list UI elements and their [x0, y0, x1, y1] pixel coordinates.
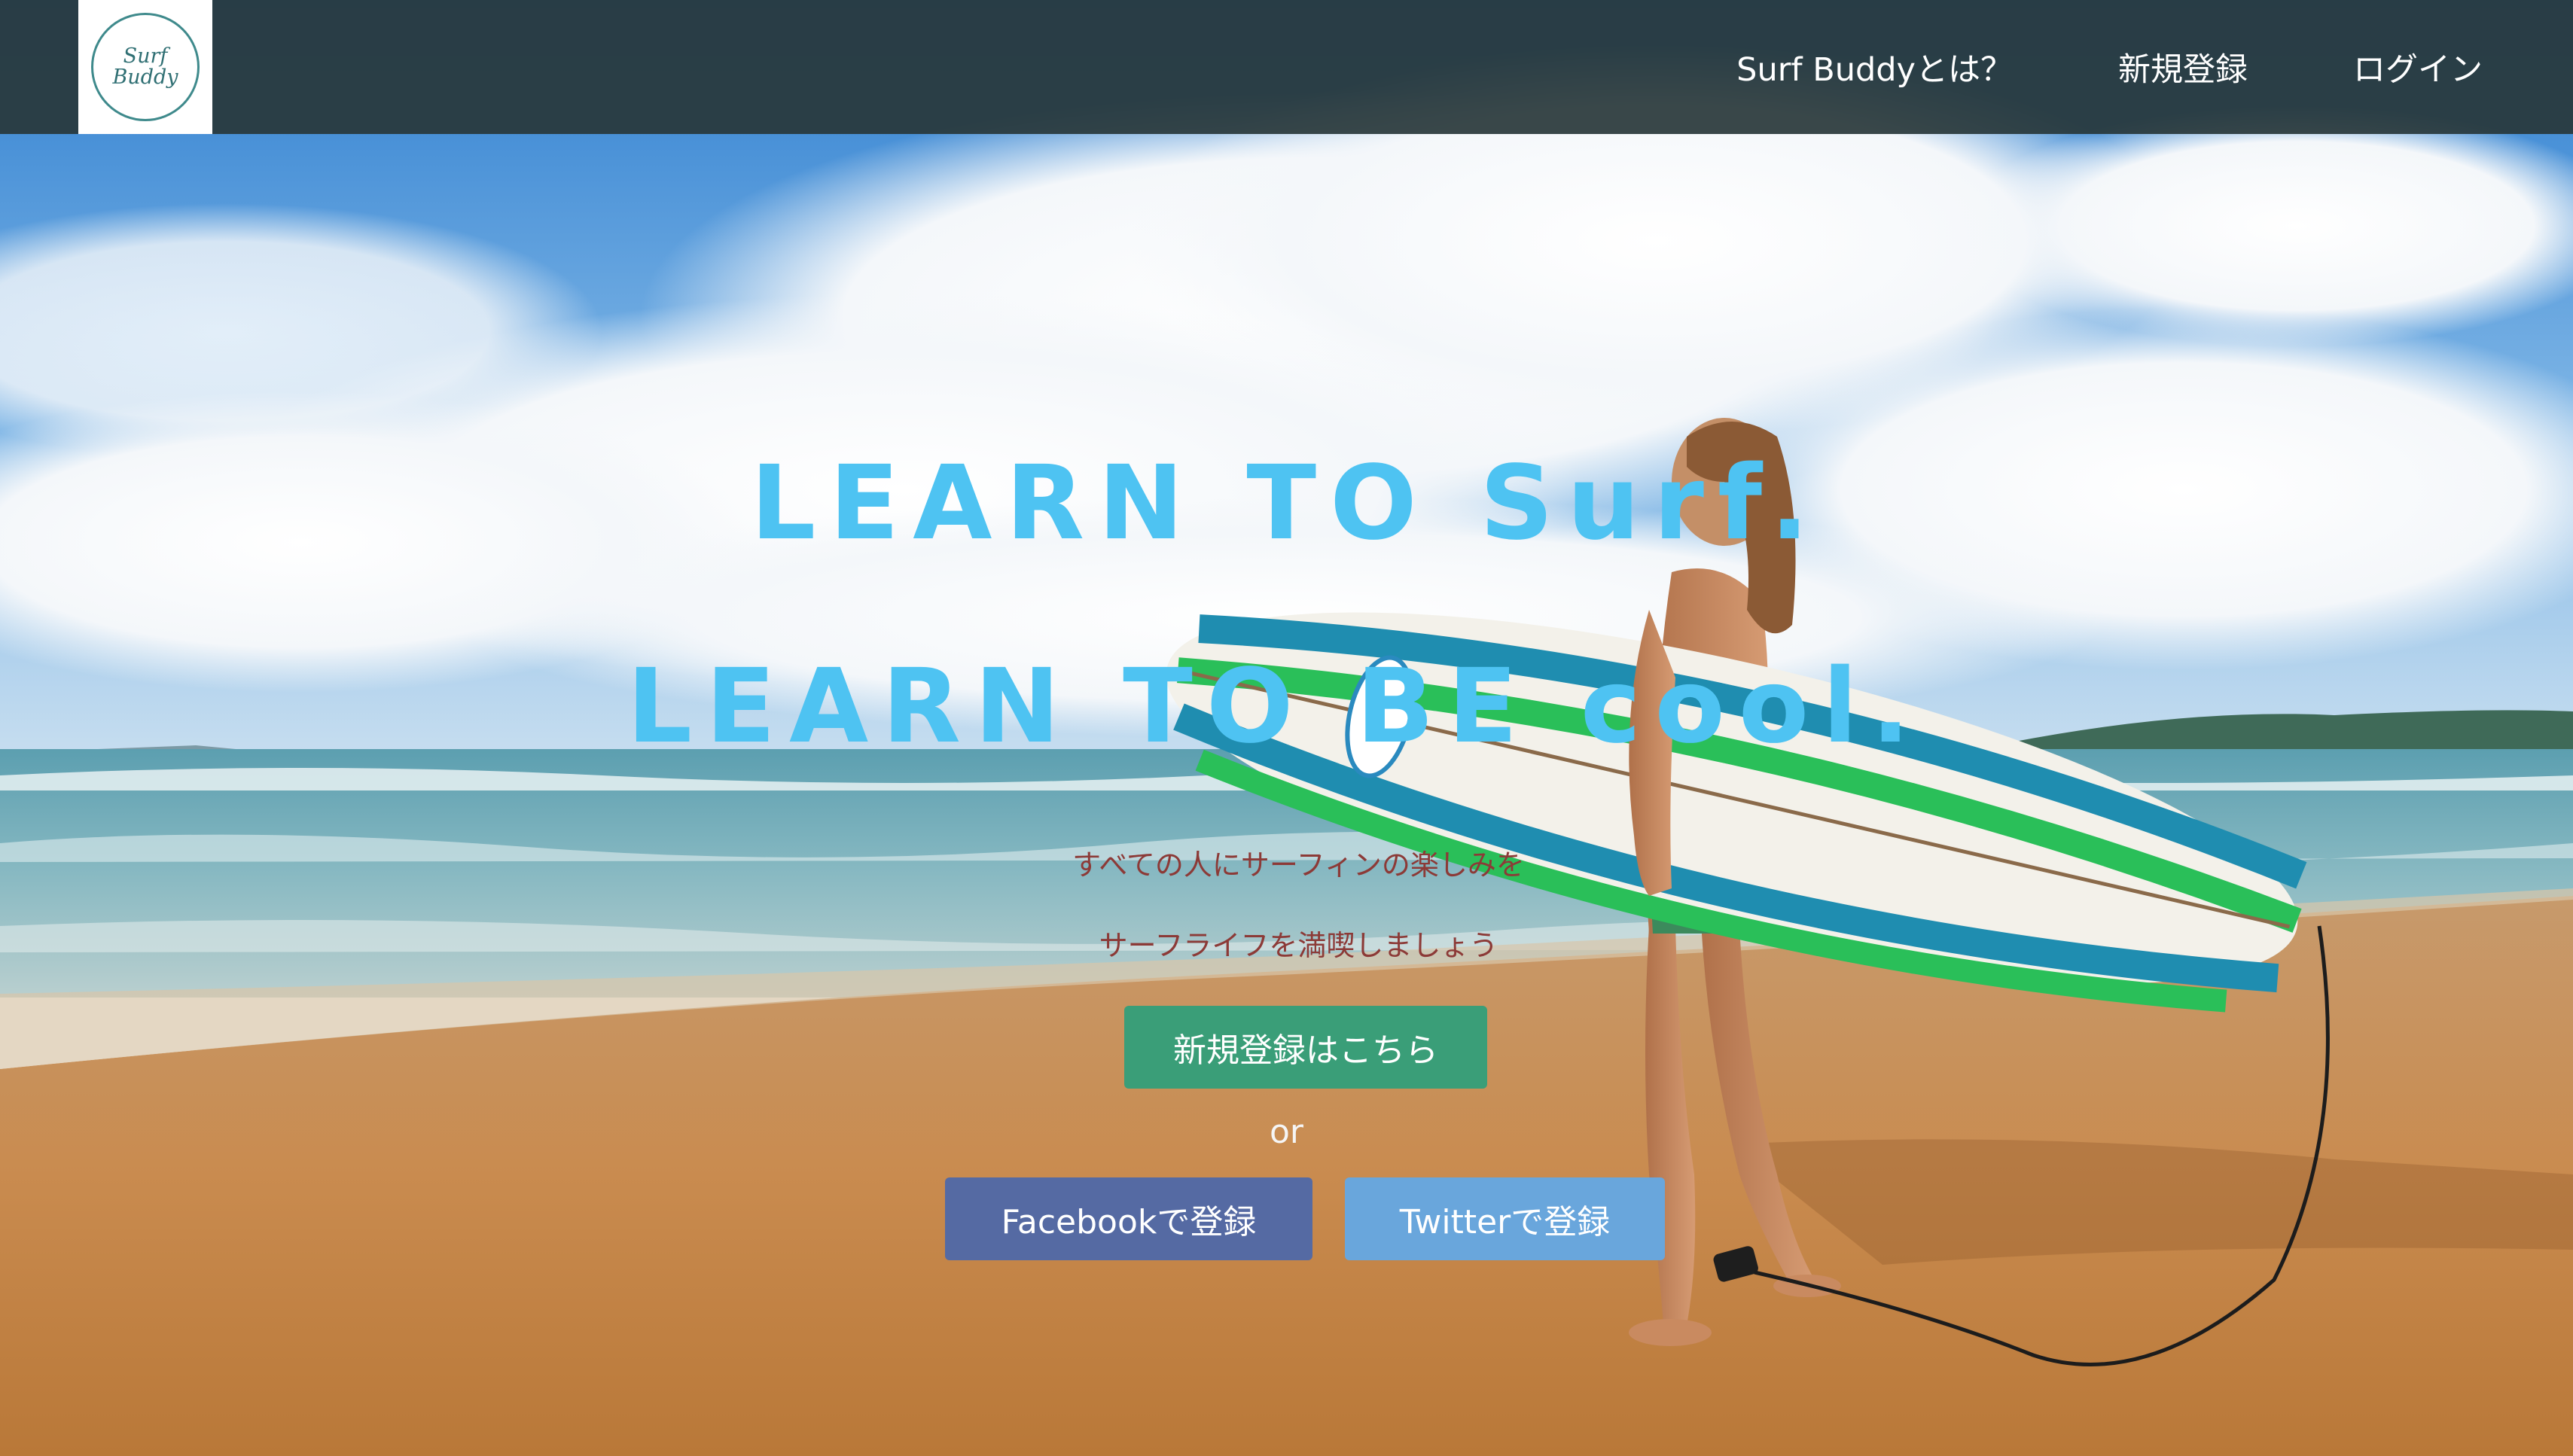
- or-divider-text: or: [1269, 1113, 1303, 1151]
- signup-button[interactable]: 新規登録はこちら: [1124, 1006, 1487, 1089]
- facebook-signup-button[interactable]: Facebookで登録: [945, 1177, 1312, 1260]
- logo-text-line2: Buddy: [112, 65, 178, 89]
- logo[interactable]: Surf Buddy: [78, 0, 212, 134]
- hero-tagline-line1: すべての人にサーフィンの楽しみを: [1072, 848, 1525, 882]
- logo-text-line1: Surf: [123, 44, 168, 68]
- logo-badge: Surf Buddy: [91, 13, 200, 121]
- landing-page: Surf Buddy Surf Buddyとは？ 新規登録 ログイン LEARN…: [0, 0, 2573, 1456]
- hero-tagline-line2: サーフライフを満喫しましょう: [1099, 929, 1498, 962]
- main-nav: Surf Buddyとは？ 新規登録 ログイン: [1736, 0, 2483, 134]
- nav-item-login[interactable]: ログイン: [2353, 44, 2483, 90]
- nav-item-about[interactable]: Surf Buddyとは？: [1736, 44, 2013, 90]
- hero-headline-line1: LEARN TO Surf.: [750, 444, 1823, 563]
- twitter-signup-button[interactable]: Twitterで登録: [1345, 1177, 1665, 1260]
- site-header: Surf Buddy Surf Buddyとは？ 新規登録 ログイン: [0, 0, 2573, 134]
- nav-item-signup[interactable]: 新規登録: [2118, 44, 2248, 90]
- hero-headline-line2: LEARN TO BE cool.: [626, 647, 1924, 766]
